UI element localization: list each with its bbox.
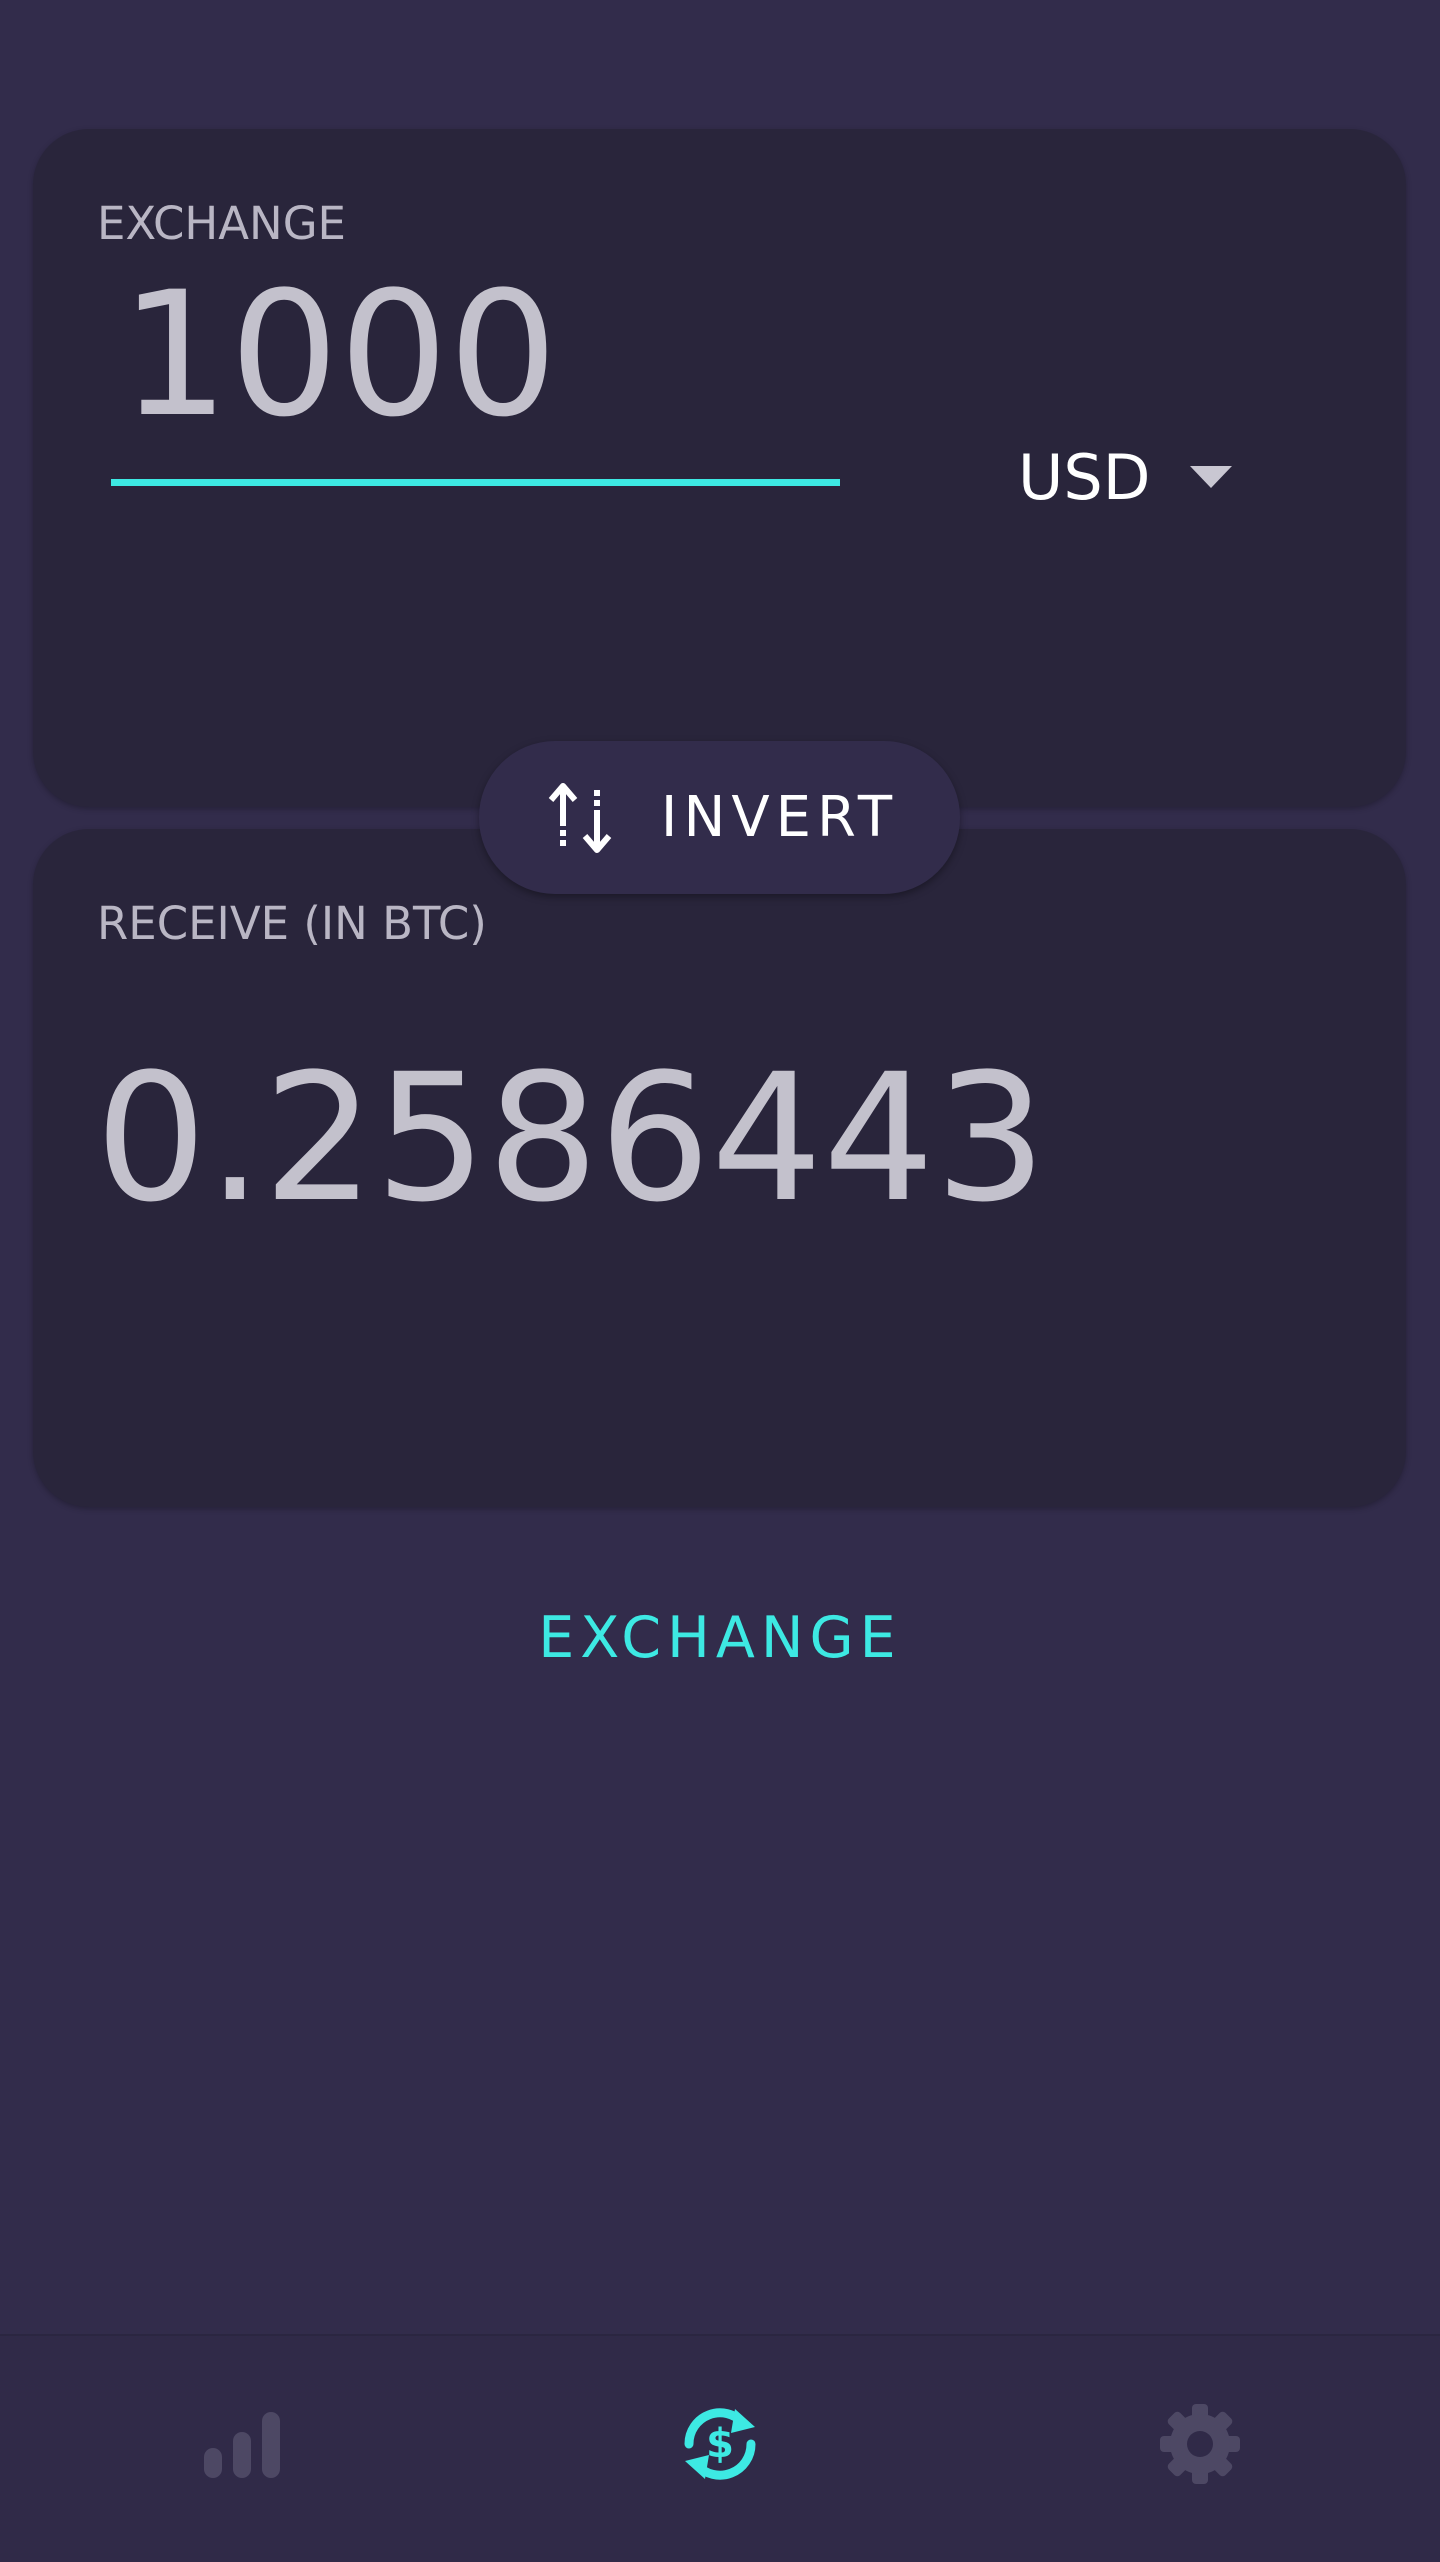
amount-input[interactable]: 1000 — [78, 265, 808, 445]
receive-value: 0.2586443 — [95, 1036, 1047, 1241]
currency-selected-value[interactable]: USD — [1018, 441, 1150, 514]
swap-vertical-icon[interactable] — [541, 778, 621, 858]
invert-button-label[interactable]: INVERT — [661, 785, 898, 850]
bar-chart-icon[interactable] — [200, 2408, 284, 2484]
nav-item-settings[interactable] — [1140, 2386, 1260, 2506]
amount-input-underline — [111, 479, 840, 486]
currency-exchange-icon[interactable]: $ — [675, 2399, 765, 2493]
svg-text:$: $ — [706, 2421, 734, 2467]
exchange-card-label: EXCHANGE — [97, 197, 346, 250]
dropdown-caret-icon[interactable] — [1190, 466, 1233, 488]
currency-dropdown[interactable]: USD — [1018, 432, 1233, 522]
amount-value[interactable]: 1000 — [120, 265, 558, 445]
nav-item-stats[interactable] — [182, 2386, 302, 2506]
receive-card-label: RECEIVE (IN BTC) — [97, 897, 487, 950]
invert-button[interactable]: INVERT — [479, 741, 960, 894]
receive-card: RECEIVE (IN BTC) 0.2586443 — [33, 829, 1406, 1507]
exchange-button[interactable]: EXCHANGE — [520, 1590, 920, 1686]
gear-icon[interactable] — [1158, 2402, 1242, 2490]
bottom-navigation: $ — [0, 2334, 1440, 2562]
nav-item-exchange[interactable]: $ — [660, 2386, 780, 2506]
